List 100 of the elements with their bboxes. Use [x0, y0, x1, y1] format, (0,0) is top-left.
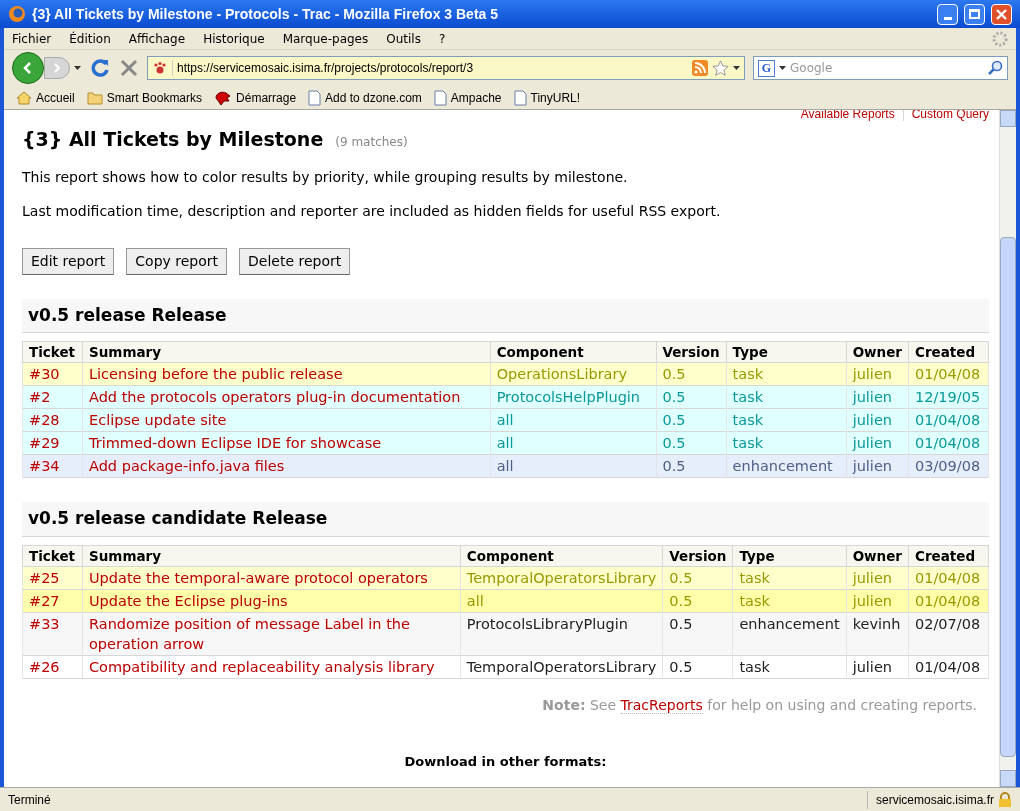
table-cell: all — [490, 431, 656, 455]
ticket-link[interactable]: Add package-info.java files — [82, 454, 491, 478]
ticket-link[interactable]: Update the Eclipse plug-ins — [82, 589, 461, 613]
ticket-link[interactable]: #30 — [22, 362, 83, 386]
paw-icon — [152, 60, 168, 76]
ticket-link[interactable]: Update the temporal-aware protocol operators — [82, 566, 461, 590]
ticket-link[interactable]: #29 — [22, 431, 83, 455]
table-cell: julien — [846, 408, 909, 432]
reload-icon[interactable] — [89, 57, 111, 79]
table-cell: 12/19/05 — [908, 385, 989, 409]
maximize-button[interactable] — [964, 3, 985, 25]
ticket-link[interactable]: #2 — [22, 385, 83, 409]
folder-icon — [86, 90, 103, 105]
address-field[interactable]: https://servicemosaic.isima.fr/projects/protocols/report/3 — [147, 56, 745, 80]
menu-item[interactable]: Marque-pages — [282, 29, 369, 48]
column-header[interactable]: Version — [662, 545, 733, 567]
trac-reports-link[interactable]: TracReports — [620, 697, 703, 714]
scroll-thumb[interactable] — [1000, 237, 1016, 757]
menu-item[interactable]: Édition — [69, 29, 111, 48]
column-header[interactable]: Owner — [846, 341, 909, 363]
stop-icon[interactable] — [119, 58, 139, 78]
ticket-link[interactable]: Licensing before the public release — [82, 362, 491, 386]
bookmark-item[interactable]: TinyURL! — [530, 88, 581, 107]
report-button[interactable]: Delete report — [239, 247, 351, 275]
report-description: Last modification time, description and reporter are included as hidden fields for useful RSS export. — [22, 201, 722, 221]
table-cell: julien — [846, 589, 909, 613]
maximize-icon — [969, 9, 980, 19]
download-heading: Download in other formats: — [403, 753, 608, 771]
menu-item[interactable]: Fichier — [12, 29, 52, 48]
home-icon — [16, 89, 32, 106]
table-cell: task — [726, 408, 847, 432]
table-cell: OperationsLibrary — [490, 362, 656, 386]
menu-item[interactable]: Historique — [203, 29, 265, 48]
table-cell: all — [460, 589, 663, 613]
report-button[interactable]: Copy report — [126, 247, 228, 275]
table-cell: julien — [846, 566, 909, 590]
menu-item[interactable]: Outils — [386, 29, 421, 48]
dropdown-caret-icon[interactable] — [733, 66, 740, 70]
context-nav-link[interactable]: Custom Query — [911, 110, 989, 121]
table-cell: julien — [846, 655, 909, 679]
table-cell: enhancement — [732, 612, 847, 656]
column-header[interactable]: Component — [490, 341, 656, 363]
group-heading: v0.5 release Release — [22, 298, 989, 333]
ticket-link[interactable]: #27 — [22, 589, 83, 613]
bookmark-item[interactable]: Accueil — [36, 88, 75, 107]
firefox-icon — [8, 5, 26, 23]
table-cell: 0.5 — [662, 655, 733, 679]
table-cell: task — [726, 385, 847, 409]
bookmark-item[interactable]: Smart Bookmarks — [106, 88, 203, 107]
table-cell: kevinh — [846, 612, 909, 656]
search-input[interactable]: Google — [790, 59, 983, 77]
dropdown-caret-icon[interactable] — [779, 66, 786, 70]
dropdown-caret-icon[interactable] — [74, 66, 81, 70]
menu-item[interactable]: ? — [438, 29, 446, 48]
status-text: Terminé — [8, 791, 52, 809]
rss-icon[interactable] — [692, 60, 708, 76]
column-header[interactable]: Created — [908, 341, 989, 363]
table-cell: all — [490, 454, 656, 478]
table-cell: task — [726, 362, 847, 386]
back-button[interactable] — [12, 52, 44, 84]
ticket-link[interactable]: Compatibility and replaceability analysis library — [82, 655, 461, 679]
table-cell: 01/04/08 — [908, 655, 989, 679]
column-header[interactable]: Type — [732, 545, 847, 567]
table-cell: 01/04/08 — [908, 362, 989, 386]
column-header[interactable]: Type — [726, 341, 847, 363]
column-header[interactable]: Summary — [82, 545, 461, 567]
bookmark-item[interactable]: Démarrage — [236, 88, 297, 107]
column-header[interactable]: Created — [908, 545, 989, 567]
report-button[interactable]: Edit report — [22, 247, 115, 275]
search-icon[interactable] — [987, 60, 1003, 76]
column-header[interactable]: Owner — [846, 545, 909, 567]
column-header[interactable]: Ticket — [22, 341, 83, 363]
context-nav-link[interactable]: Available Reports — [800, 110, 895, 121]
ticket-link[interactable]: Add the protocols operators plug-in documentation — [82, 385, 491, 409]
column-header[interactable]: Ticket — [22, 545, 83, 567]
bookmark-item[interactable]: Ampache — [450, 88, 502, 107]
minimize-icon — [943, 16, 952, 20]
ticket-link[interactable]: Trimmed-down Eclipse IDE for showcase — [82, 431, 491, 455]
table-cell: 01/04/08 — [908, 589, 989, 613]
scrollbar[interactable] — [999, 110, 1016, 787]
table-cell: 01/04/08 — [908, 566, 989, 590]
ticket-link[interactable]: #26 — [22, 655, 83, 679]
ticket-link[interactable]: #28 — [22, 408, 83, 432]
column-header[interactable]: Version — [656, 341, 727, 363]
table-cell: TemporalOperatorsLibrary — [460, 655, 663, 679]
ticket-link[interactable]: #25 — [22, 566, 83, 590]
star-icon[interactable] — [712, 59, 729, 77]
minimize-button[interactable] — [937, 3, 958, 25]
bookmark-item[interactable]: Add to dzone.com — [325, 88, 422, 107]
ticket-link[interactable]: #33 — [22, 612, 83, 656]
ticket-link[interactable]: Eclipse update site — [82, 408, 491, 432]
ticket-link[interactable]: #34 — [22, 454, 83, 478]
search-field[interactable]: G Google — [753, 56, 1008, 80]
menu-item[interactable]: Affichage — [128, 29, 186, 48]
table-cell: task — [732, 566, 847, 590]
column-header[interactable]: Summary — [82, 341, 491, 363]
column-header[interactable]: Component — [460, 545, 663, 567]
close-button[interactable] — [991, 3, 1012, 25]
table-cell: ProtocolsLibraryPlugin — [460, 612, 663, 656]
ticket-link[interactable]: Randomize position of message Label in the operation arrow — [82, 612, 461, 656]
